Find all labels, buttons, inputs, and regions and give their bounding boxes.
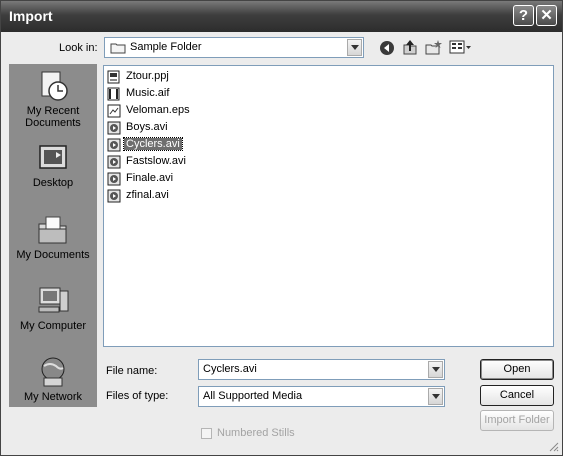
import-dialog: Import ? ✕ Look in: Sample Folder My Rec… <box>0 0 563 456</box>
image-file-icon <box>107 104 121 118</box>
view-menu-icon[interactable] <box>449 40 473 55</box>
file-name-value: Cyclers.avi <box>203 363 257 375</box>
video-file-icon <box>107 172 121 186</box>
look-in-dropdown-arrow[interactable] <box>347 39 362 56</box>
open-button[interactable]: Open <box>480 359 554 380</box>
close-button[interactable]: ✕ <box>536 5 557 26</box>
import-folder-button[interactable]: Import Folder <box>480 410 554 431</box>
file-list[interactable]: Ztour.ppj Music.aif Veloman.eps Boys.avi… <box>103 65 554 347</box>
video-file-icon <box>107 155 121 169</box>
checkbox-box[interactable] <box>201 428 212 439</box>
title-bar[interactable]: Import ? ✕ <box>1 1 562 32</box>
chevron-down-icon <box>432 394 440 399</box>
place-my-documents[interactable]: My Documents <box>9 214 97 261</box>
my-documents-icon <box>38 216 67 244</box>
files-of-type-label: Files of type: <box>106 390 169 402</box>
file-name-field[interactable]: Cyclers.avi <box>198 359 445 380</box>
resize-grip-icon[interactable] <box>548 441 559 452</box>
chevron-down-icon <box>432 367 440 372</box>
files-of-type-dropdown-arrow[interactable] <box>428 388 443 405</box>
file-name-dropdown-arrow[interactable] <box>428 361 443 378</box>
places-bar: My Recent Documents Desktop My Documents <box>9 64 97 407</box>
look-in-label: Look in: <box>59 42 98 54</box>
chevron-down-icon <box>351 45 359 50</box>
desktop-icon <box>39 145 67 169</box>
new-folder-icon[interactable] <box>425 39 442 56</box>
folder-icon <box>110 43 126 54</box>
place-desktop[interactable]: Desktop <box>9 142 97 189</box>
project-file-icon <box>107 70 120 84</box>
place-my-recent-documents[interactable]: My Recent Documents <box>9 70 97 129</box>
video-file-icon <box>107 138 121 152</box>
numbered-stills-label: Numbered Stills <box>217 427 295 439</box>
files-of-type-value: All Supported Media <box>203 390 303 402</box>
help-button[interactable]: ? <box>513 5 534 26</box>
place-my-network[interactable]: My Network <box>9 356 97 403</box>
video-file-icon <box>107 189 121 203</box>
my-computer-icon <box>38 287 69 313</box>
my-network-icon <box>41 357 65 387</box>
window-title: Import <box>9 8 53 24</box>
file-name-label: File name: <box>106 365 158 377</box>
cancel-button[interactable]: Cancel <box>480 385 554 406</box>
look-in-dropdown[interactable]: Sample Folder <box>104 37 364 58</box>
place-my-computer[interactable]: My Computer <box>9 285 97 332</box>
audio-file-icon <box>107 87 120 101</box>
back-icon[interactable] <box>379 40 395 56</box>
files-of-type-dropdown[interactable]: All Supported Media <box>198 386 445 407</box>
up-folder-icon[interactable] <box>402 39 418 56</box>
look-in-value: Sample Folder <box>130 41 202 53</box>
recent-documents-icon <box>41 71 68 101</box>
video-file-icon <box>107 121 121 135</box>
